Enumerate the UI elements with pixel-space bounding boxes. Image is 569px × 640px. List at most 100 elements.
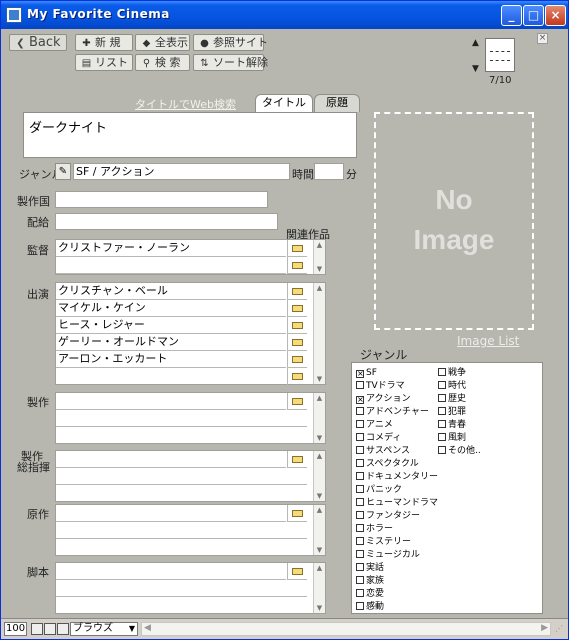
producer-row[interactable] [56,410,307,427]
edit-icon[interactable]: ✎ [55,163,71,180]
next-record-arrow-icon[interactable]: ▼ [472,64,479,74]
producer-list[interactable]: ▲ ▼ [55,392,326,444]
folder-icon[interactable] [287,317,307,334]
genre-checkbox-item[interactable]: ホラー [356,523,393,535]
director-list[interactable]: クリストファー・ノーラン ▲ ▼ [55,239,326,275]
new-record-button[interactable]: ✚ 新 規 [75,34,133,51]
genre-checkbox-item[interactable]: TVドラマ [356,380,405,392]
horizontal-scrollbar[interactable]: ◀ ▶ [141,622,551,636]
checkbox-icon[interactable] [438,433,446,441]
genre-checkbox-item[interactable]: × アクション [356,393,411,405]
runtime-field[interactable] [314,163,344,180]
genre-checkbox-item[interactable]: 実話 [356,562,384,574]
checkbox-icon[interactable] [356,524,364,532]
folder-icon[interactable] [287,300,307,317]
checkbox-icon[interactable] [438,381,446,389]
folder-icon[interactable] [287,257,307,274]
back-button[interactable]: ❮ Back [9,34,67,51]
genre-checkbox-item[interactable]: 風刺 [438,432,466,444]
checkbox-icon[interactable] [438,420,446,428]
checkbox-checked-icon[interactable]: × [356,396,364,404]
genre-checkbox-item[interactable]: ドキュメンタリー [356,471,438,483]
cast-list[interactable]: クリスチャン・ベール マイケル・ケイン ヒース・レジャー ゲーリー・オールドマン… [55,282,326,385]
genre-checkbox-item[interactable]: 戦争 [438,367,466,379]
director-row[interactable]: クリストファー・ノーラン [56,240,286,257]
producer-row[interactable] [56,427,307,444]
genre-checkbox-item[interactable]: スペクタクル [356,458,419,470]
genre-checkbox-item[interactable]: ヒューマンドラマ [356,497,438,509]
cast-row[interactable]: アーロン・エッカート [56,351,286,368]
genre-checkbox-item[interactable]: 恋愛 [356,588,384,600]
title-bar[interactable]: My Favorite Cinema _ □ × [1,1,568,29]
search-button[interactable]: ⚲ 検 索 [135,54,190,71]
checkbox-icon[interactable] [438,394,446,402]
genre-checkbox-item[interactable]: × SF [356,367,377,379]
checkbox-icon[interactable] [356,381,364,389]
checkbox-icon[interactable] [356,485,364,493]
folder-icon[interactable] [287,505,307,522]
cast-row[interactable]: マイケル・ケイン [56,300,286,317]
tab-original-title[interactable]: 原題 [314,94,360,112]
original-row[interactable] [56,522,307,539]
folder-icon[interactable] [287,283,307,300]
original-row[interactable] [56,539,307,556]
zoom-level[interactable]: 100 [4,622,27,636]
checkbox-icon[interactable] [356,459,364,467]
checkbox-icon[interactable] [356,433,364,441]
resize-grip-icon[interactable]: ⋰ [555,624,565,634]
checkbox-icon[interactable] [356,602,364,610]
checkbox-icon[interactable] [356,511,364,519]
checkbox-icon[interactable] [356,563,364,571]
folder-icon[interactable] [287,393,307,410]
genre-checkbox-item[interactable]: パニック [356,484,402,496]
folder-icon[interactable] [287,351,307,368]
screenplay-scrollbar[interactable]: ▲ ▼ [313,563,325,613]
executive-row[interactable] [56,485,307,502]
genre-checkbox-item[interactable]: 家族 [356,575,384,587]
checkbox-icon[interactable] [356,420,364,428]
folder-icon[interactable] [287,334,307,351]
executive-scrollbar[interactable]: ▲ ▼ [313,451,325,501]
genre-checkbox-item[interactable]: 時代 [438,380,466,392]
zoom-in-icon[interactable] [44,623,56,635]
poster-image-placeholder[interactable]: No Image [374,112,534,330]
prev-record-arrow-icon[interactable]: ▲ [472,38,479,48]
original-work-list[interactable]: ▲ ▼ [55,504,326,556]
screenplay-row[interactable] [56,580,307,597]
toggle-status-area-icon[interactable] [57,623,69,635]
folder-icon[interactable] [287,563,307,580]
genre-checkbox-item[interactable]: ミュージカル [356,549,420,561]
sort-release-button[interactable]: ⇅ ソート解除 [193,54,268,71]
cast-row[interactable]: ヒース・レジャー [56,317,286,334]
executive-row[interactable] [56,468,307,485]
close-button[interactable]: × [545,5,566,26]
checkbox-icon[interactable] [356,550,364,558]
director-row[interactable] [56,257,286,274]
image-list-link[interactable]: Image List [457,334,519,348]
checkbox-icon[interactable] [356,589,364,597]
screenplay-list[interactable]: ▲ ▼ [55,562,326,614]
reference-site-button[interactable]: ● 参照サイト [193,34,268,51]
checkbox-icon[interactable] [356,498,364,506]
title-field[interactable]: ダークナイト [23,112,357,158]
distribution-field[interactable] [55,213,278,230]
genre-checkbox-item[interactable]: アドベンチャー [356,406,429,418]
genre-checkbox-item[interactable]: ファンタジー [356,510,420,522]
genre-checkbox-item[interactable]: 感動 [356,601,384,613]
show-all-button[interactable]: ◆ 全表示 [135,34,190,51]
genre-checkbox-item[interactable]: 歴史 [438,393,466,405]
genre-checkbox-item[interactable]: サスペンス [356,445,410,457]
mode-dropdown[interactable]: ブラウズ ▼ [70,622,138,636]
producer-row[interactable] [56,393,286,410]
checkbox-checked-icon[interactable]: × [356,370,364,378]
folder-icon[interactable] [287,368,307,385]
web-search-link[interactable]: タイトルでWeb検索 [135,96,236,112]
panel-close-icon[interactable]: × [537,33,548,44]
executive-producer-list[interactable]: ▲ ▼ [55,450,326,502]
executive-row[interactable] [56,451,286,468]
cast-row[interactable]: クリスチャン・ベール [56,283,286,300]
checkbox-icon[interactable] [356,537,364,545]
checkbox-icon[interactable] [356,576,364,584]
producer-scrollbar[interactable]: ▲ ▼ [313,393,325,443]
genre-checkbox-item[interactable]: 青春 [438,419,466,431]
